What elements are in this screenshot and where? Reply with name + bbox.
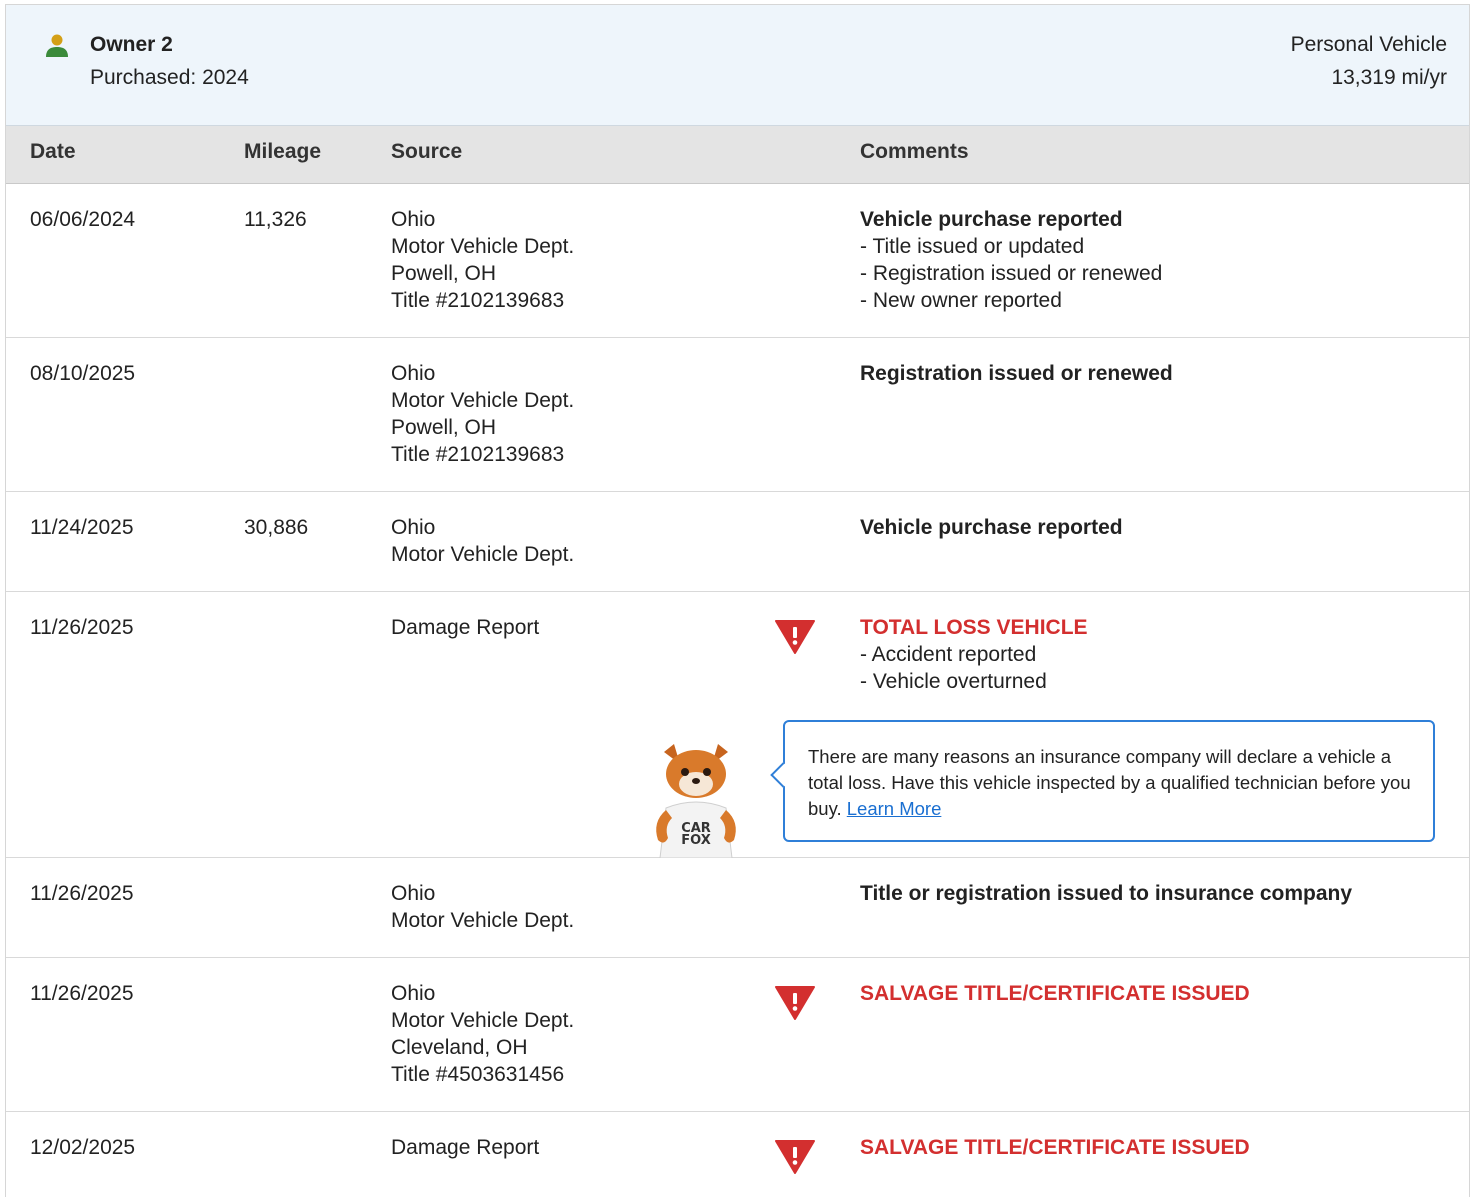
row-source: Ohio Motor Vehicle Dept. Powell, OH Titl… — [391, 360, 574, 468]
table-row: 12/02/2025 Damage Report SALVAGE TITLE/C… — [6, 1112, 1469, 1197]
total-loss-tip-bubble: There are many reasons an insurance comp… — [783, 720, 1435, 842]
row-comments: Title or registration issued to insuranc… — [860, 880, 1352, 907]
comment-title: Title or registration issued to insuranc… — [860, 882, 1353, 905]
row-source: Ohio Motor Vehicle Dept. Powell, OH Titl… — [391, 206, 574, 314]
source-line: Cleveland, OH — [391, 1036, 528, 1059]
alert-title: SALVAGE TITLE/CERTIFICATE ISSUED — [860, 1136, 1250, 1159]
row-source: Damage Report — [391, 614, 539, 641]
row-date: 11/24/2025 — [30, 516, 134, 539]
source-line: Powell, OH — [391, 262, 497, 285]
source-line: Title #2102139683 — [391, 289, 565, 312]
table-row: 11/26/2025 Ohio Motor Vehicle Dept. Clev… — [6, 958, 1469, 1112]
row-source: Ohio Motor Vehicle Dept. Cleveland, OH T… — [391, 980, 574, 1088]
source-line: Damage Report — [391, 616, 540, 639]
history-table-header: Date Mileage Source Comments — [6, 126, 1469, 184]
source-line: Ohio — [391, 882, 436, 905]
row-date: 08/10/2025 — [30, 362, 136, 385]
row-source: Damage Report — [391, 1134, 539, 1161]
column-header-comments: Comments — [860, 140, 969, 163]
row-comments: Vehicle purchase reported — [860, 514, 1123, 541]
comment-line: - Title issued or updated — [860, 235, 1085, 258]
row-comments: Registration issued or renewed — [860, 360, 1173, 387]
row-mileage: 30,886 — [244, 516, 309, 539]
source-line: Ohio — [391, 516, 436, 539]
source-line: Damage Report — [391, 1136, 540, 1159]
table-row: 11/26/2025 Damage Report TOTAL LOSS VEHI… — [6, 592, 1469, 858]
alert-title: SALVAGE TITLE/CERTIFICATE ISSUED — [860, 982, 1250, 1005]
owner-name: Owner 2 — [90, 33, 173, 56]
source-line: Title #4503631456 — [391, 1063, 565, 1086]
warning-triangle-icon — [775, 1140, 815, 1174]
alert-title: TOTAL LOSS VEHICLE — [860, 616, 1088, 639]
tip-text-block: There are many reasons an insurance comp… — [808, 744, 1418, 822]
person-icon — [46, 34, 68, 57]
owner-header: Owner 2 Purchased: 2024 Personal Vehicle… — [6, 5, 1469, 126]
owner-history-card: Owner 2 Purchased: 2024 Personal Vehicle… — [5, 4, 1470, 1197]
source-line: Ohio — [391, 208, 436, 231]
warning-triangle-icon — [775, 986, 815, 1020]
comment-line: - New owner reported — [860, 289, 1062, 312]
source-line: Motor Vehicle Dept. — [391, 909, 575, 932]
miles-per-year: 13,319 mi/yr — [1331, 66, 1447, 89]
source-line: Motor Vehicle Dept. — [391, 389, 575, 412]
column-header-date: Date — [30, 140, 76, 163]
shirt-text-line2: FOX — [681, 833, 711, 848]
row-date: 12/02/2025 — [30, 1136, 136, 1159]
table-row: 11/26/2025 Ohio Motor Vehicle Dept. Titl… — [6, 858, 1469, 958]
comment-title: Vehicle purchase reported — [860, 208, 1123, 231]
comment-line: - Registration issued or renewed — [860, 262, 1163, 285]
comment-title: Vehicle purchase reported — [860, 516, 1123, 539]
vehicle-use-type: Personal Vehicle — [1290, 33, 1447, 56]
source-line: Motor Vehicle Dept. — [391, 235, 575, 258]
row-date: 11/26/2025 — [30, 616, 134, 639]
row-source: Ohio Motor Vehicle Dept. — [391, 514, 574, 568]
row-date: 11/26/2025 — [30, 882, 134, 905]
row-date: 06/06/2024 — [30, 208, 136, 231]
source-line: Title #2102139683 — [391, 443, 565, 466]
row-mileage: 11,326 — [244, 208, 307, 231]
row-comments: Vehicle purchase reported - Title issued… — [860, 206, 1162, 314]
column-header-mileage: Mileage — [244, 140, 322, 163]
comment-title: Registration issued or renewed — [860, 362, 1173, 385]
warning-triangle-icon — [775, 620, 815, 654]
table-row: 11/24/2025 30,886 Ohio Motor Vehicle Dep… — [6, 492, 1469, 592]
row-comments: TOTAL LOSS VEHICLE - Accident reported -… — [860, 614, 1088, 695]
comment-line: - Vehicle overturned — [860, 670, 1047, 693]
source-line: Motor Vehicle Dept. — [391, 543, 575, 566]
row-date: 11/26/2025 — [30, 982, 134, 1005]
table-row: 08/10/2025 Ohio Motor Vehicle Dept. Powe… — [6, 338, 1469, 492]
comment-line: - Accident reported — [860, 643, 1037, 666]
column-header-source: Source — [391, 140, 463, 163]
learn-more-link[interactable]: Learn More — [847, 798, 942, 819]
source-line: Powell, OH — [391, 416, 497, 439]
source-line: Motor Vehicle Dept. — [391, 1009, 575, 1032]
source-line: Ohio — [391, 362, 436, 385]
owner-purchased-year: Purchased: 2024 — [90, 66, 249, 89]
source-line: Ohio — [391, 982, 436, 1005]
row-comments: SALVAGE TITLE/CERTIFICATE ISSUED — [860, 1134, 1250, 1161]
table-row: 06/06/2024 11,326 Ohio Motor Vehicle Dep… — [6, 184, 1469, 338]
carfox-mascot: CAR FOX — [656, 744, 736, 858]
row-source: Ohio Motor Vehicle Dept. — [391, 880, 574, 934]
row-comments: SALVAGE TITLE/CERTIFICATE ISSUED — [860, 980, 1250, 1007]
